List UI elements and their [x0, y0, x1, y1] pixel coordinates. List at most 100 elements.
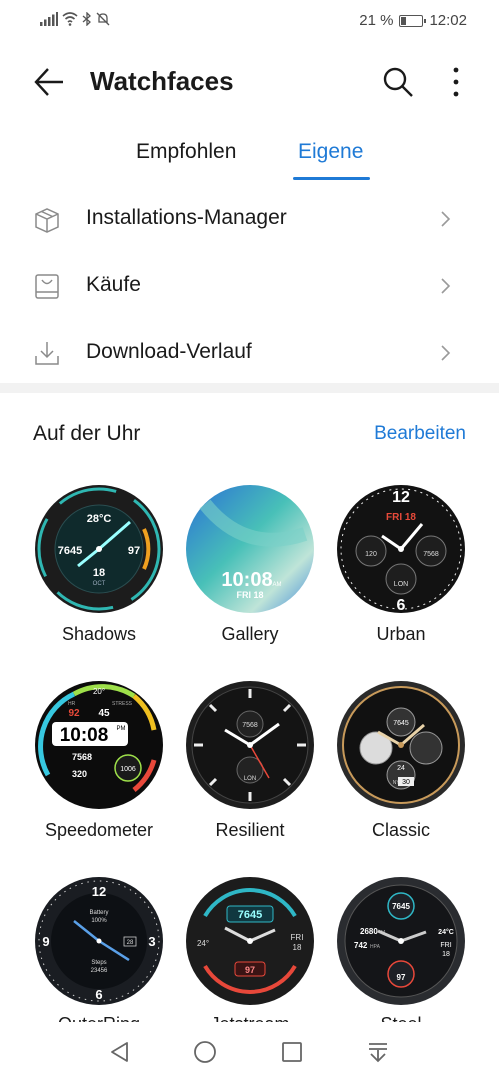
- face-text: FRI 18: [386, 512, 416, 523]
- tab-indicator: [293, 177, 370, 180]
- face-text: 20°: [93, 687, 105, 696]
- chevron-right-icon: [441, 345, 451, 361]
- chevron-right-icon: [441, 211, 451, 227]
- package-box-icon: [35, 208, 59, 233]
- nav-back-button[interactable]: [106, 1038, 134, 1066]
- face-text: 92: [68, 708, 80, 719]
- face-text: 18: [93, 567, 105, 579]
- battery-icon: [399, 14, 427, 27]
- page-title: Watchfaces: [90, 66, 234, 96]
- shopping-bag-icon: [35, 274, 59, 299]
- search-button[interactable]: [380, 64, 416, 100]
- watchface-preview: 10:08 AM FRI 18: [186, 485, 314, 613]
- face-text: 45: [98, 708, 110, 719]
- menu-item-installations-manager[interactable]: Installations-Manager: [0, 186, 499, 253]
- wifi-icon: [62, 12, 78, 26]
- face-text: 10:08: [221, 569, 272, 591]
- watchface-classic[interactable]: 7645 24 NYC 30 Classic: [336, 680, 466, 860]
- watchface-steel[interactable]: 7645 2680 M 742 HPA 24°C FRI 18 97 Steel: [336, 876, 466, 1022]
- menu-item-kaeufe[interactable]: Käufe: [0, 253, 499, 320]
- nav-home-button[interactable]: [191, 1038, 219, 1066]
- nav-recents-button[interactable]: [278, 1038, 306, 1066]
- bluetooth-icon: [82, 12, 91, 26]
- face-text: Battery: [89, 910, 108, 916]
- menu-list: Installations-Manager Käufe Download-Ver…: [0, 186, 499, 387]
- watchface-name: Urban: [376, 624, 426, 644]
- face-text: 97: [245, 965, 255, 975]
- watchface-name: Classic: [371, 820, 430, 840]
- watchface-outerring[interactable]: 12 3 6 9 Battery 100% 28 Steps 23456 Out…: [34, 876, 164, 1022]
- face-text: STRESS: [112, 701, 133, 707]
- face-text: 7568: [423, 551, 439, 558]
- face-text: 7645: [58, 545, 82, 557]
- menu-item-download-verlauf[interactable]: Download-Verlauf: [0, 320, 499, 387]
- face-text: 9: [42, 934, 49, 949]
- bell-muted-icon: [96, 12, 110, 26]
- face-text: 7645: [238, 909, 262, 921]
- watchface-name: Resilient: [215, 820, 285, 840]
- status-bar: 21 % 12:02: [0, 0, 499, 44]
- face-text: 24°: [197, 939, 209, 948]
- square-recents-icon: [282, 1042, 302, 1062]
- face-text: 97: [128, 545, 140, 557]
- watchface-shadows[interactable]: 28°C 7645 97 18 OCT Shadows: [34, 484, 164, 664]
- face-text: 12: [392, 489, 410, 506]
- status-right: 21 % 12:02: [359, 12, 467, 29]
- face-text: 3: [148, 934, 155, 949]
- face-text: 24°C: [438, 928, 454, 936]
- edit-button[interactable]: Bearbeiten: [374, 423, 466, 445]
- section-header: Auf der Uhr Bearbeiten: [0, 420, 499, 452]
- watchface-preview: 7645 24 NYC 30: [337, 681, 465, 809]
- face-text: HPA: [370, 944, 381, 950]
- face-text: 7645: [393, 720, 409, 727]
- face-text: 2680: [360, 927, 378, 936]
- watchface-preview: 12 6 FRI 18 120 7568 LON: [337, 485, 465, 614]
- face-text: 320: [72, 769, 87, 779]
- face-text: Steps: [91, 960, 106, 966]
- tab-bar: Empfohlen Eigene: [0, 130, 499, 182]
- more-options-button[interactable]: [444, 64, 468, 100]
- watchface-row-partial: 12 3 6 9 Battery 100% 28 Steps 23456 Out…: [0, 872, 499, 1022]
- back-button[interactable]: [32, 64, 68, 100]
- face-text: 12: [92, 884, 106, 899]
- system-nav-bar: [0, 1022, 499, 1080]
- tab-empfohlen[interactable]: Empfohlen: [136, 140, 236, 164]
- watchface-name: Shadows: [61, 624, 137, 644]
- face-text: FRI: [440, 942, 451, 949]
- watchface-name: Speedometer: [44, 820, 154, 840]
- face-text: 18: [442, 951, 450, 958]
- tab-eigene[interactable]: Eigene: [298, 140, 363, 164]
- status-icons: [40, 12, 110, 26]
- watchface-name: Steel: [316, 1014, 486, 1022]
- face-text: HR: [68, 701, 76, 707]
- battery-percent: 21 %: [359, 12, 394, 29]
- section-title: Auf der Uhr: [33, 422, 141, 445]
- face-text: 120: [365, 551, 377, 558]
- face-text: FRI: [291, 933, 304, 942]
- face-text: 6: [397, 597, 406, 614]
- face-text: 10:08: [60, 725, 109, 746]
- face-text: 28°C: [87, 513, 112, 525]
- watchface-speedometer[interactable]: 20° HR STRESS 92 45 10:08 PM 7568 320 10…: [34, 680, 164, 860]
- download-icon: [35, 342, 59, 365]
- nav-notifications-button[interactable]: [364, 1038, 392, 1066]
- face-text: PM: [117, 726, 126, 732]
- watchface-urban[interactable]: 12 6 FRI 18 120 7568 LON Urban: [336, 484, 466, 664]
- face-text: 18: [293, 943, 302, 952]
- face-text: 24: [397, 765, 405, 772]
- watchface-preview: 20° HR STRESS 92 45 10:08 PM 7568 320 10…: [35, 681, 163, 809]
- signal-icon: [40, 12, 58, 26]
- triangle-back-icon: [111, 1042, 128, 1062]
- face-text: 1006: [120, 766, 136, 773]
- watchface-preview: 7568 LON: [186, 681, 314, 809]
- app-bar: Watchfaces: [0, 56, 499, 108]
- watchface-preview: 7645 24° FRI 18 97: [186, 877, 314, 1005]
- watchface-jetstream[interactable]: 7645 24° FRI 18 97 Jetstream: [185, 876, 315, 1022]
- face-text: 742: [354, 941, 368, 950]
- watchface-name: Gallery: [221, 624, 279, 644]
- watchface-gallery[interactable]: 10:08 AM FRI 18 Gallery: [185, 484, 315, 664]
- watchface-resilient[interactable]: 7568 LON Resilient: [185, 680, 315, 860]
- section-divider: [0, 383, 499, 393]
- watchface-preview: 7645 2680 M 742 HPA 24°C FRI 18 97: [337, 877, 465, 1005]
- search-icon: [383, 67, 413, 97]
